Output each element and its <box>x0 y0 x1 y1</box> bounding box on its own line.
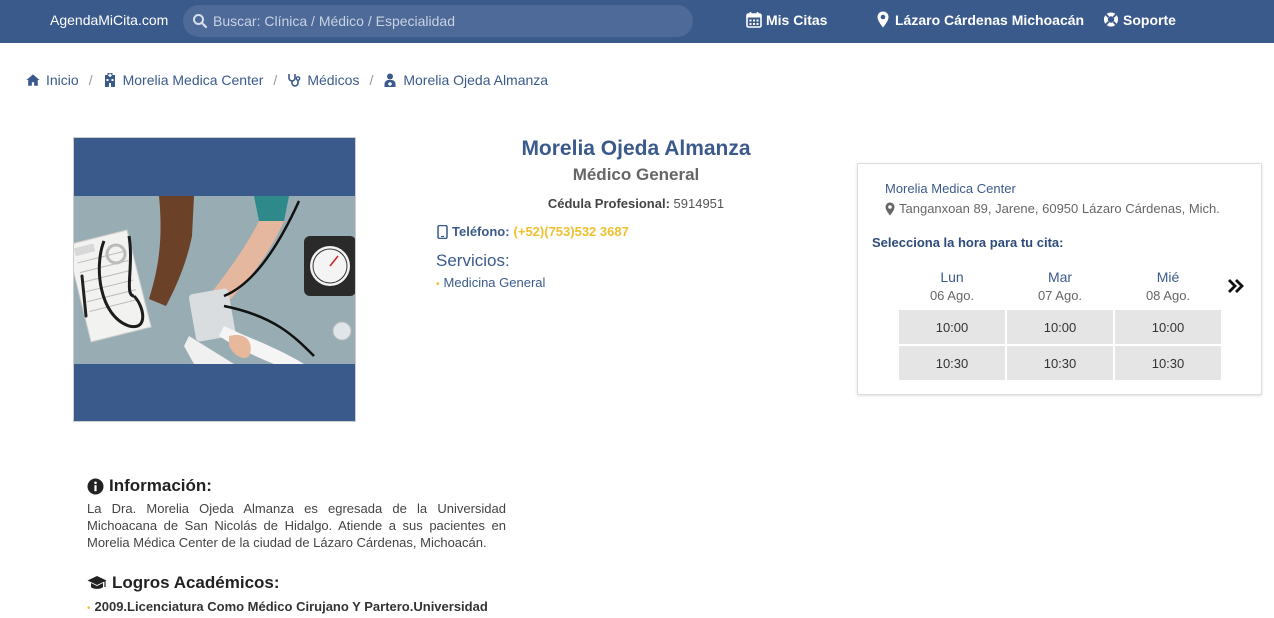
soporte-link[interactable]: Soporte <box>1103 11 1176 28</box>
breadcrumb: Inicio / Morelia Medica Center / Médicos… <box>26 72 548 88</box>
map-marker-icon <box>885 202 895 215</box>
mis-citas-link[interactable]: Mis Citas <box>746 11 827 28</box>
info-text: La Dra. Morelia Ojeda Almanza es egresad… <box>87 501 506 550</box>
graduation-cap-icon <box>87 576 107 589</box>
user-doctor-icon <box>384 73 396 87</box>
clinic-address: Tanganxoan 89, Jarene, 60950 Lázaro Cárd… <box>885 201 1220 216</box>
cedula-profesional: Cédula Profesional: 5914951 <box>440 196 832 211</box>
servicio-item[interactable]: Medicina General <box>436 275 546 290</box>
breadcrumb-separator: / <box>273 72 278 88</box>
time-slot[interactable]: 10:30 <box>1115 346 1221 380</box>
breadcrumb-label: Inicio <box>46 72 79 88</box>
map-marker-icon <box>877 11 889 28</box>
logros-title: Logros Académicos: <box>112 573 280 592</box>
day-column: Mar 07 Ago. <box>1007 269 1113 303</box>
breadcrumb-label: Médicos <box>307 72 360 88</box>
time-slot[interactable]: 10:30 <box>1007 346 1113 380</box>
next-days-icon[interactable] <box>1226 276 1246 296</box>
doctor-telefono: Teléfono: (+52)(753)532 3687 <box>437 224 629 239</box>
info-circle-icon <box>87 478 104 494</box>
day-column: Mié 08 Ago. <box>1115 269 1221 303</box>
day-name: Mar <box>1047 269 1073 285</box>
breadcrumb-medicos[interactable]: Médicos <box>287 72 359 88</box>
logros-list: 2009.Licenciatura Como Médico Cirujano Y… <box>87 599 488 614</box>
day-name: Mié <box>1156 269 1180 285</box>
calendar-icon <box>746 12 762 28</box>
hospital-icon <box>104 73 115 87</box>
day-date: 07 Ago. <box>1037 288 1083 303</box>
breadcrumb-doctor[interactable]: Morelia Ojeda Almanza <box>383 72 548 88</box>
logro-item: 2009.Licenciatura Como Médico Cirujano Y… <box>87 599 488 614</box>
time-slots-grid: 10:00 10:00 10:00 10:30 10:30 10:30 <box>899 310 1221 380</box>
servicios-list: Medicina General <box>436 275 546 290</box>
search-input[interactable] <box>213 11 673 31</box>
doctor-specialty: Médico General <box>572 165 700 184</box>
day-column: Lun 06 Ago. <box>899 269 1005 303</box>
breadcrumb-separator: / <box>369 72 374 88</box>
home-icon <box>26 74 40 86</box>
medical-checkup-image <box>74 196 355 364</box>
soporte-label: Soporte <box>1123 11 1176 28</box>
breadcrumb-label: Morelia Medica Center <box>122 72 264 88</box>
servicios-title: Servicios: <box>436 251 510 270</box>
time-slot[interactable]: 10:00 <box>1115 310 1221 344</box>
doctor-name: Morelia Ojeda Almanza <box>521 137 751 160</box>
location-label: Lázaro Cárdenas Michoacán <box>895 11 1085 28</box>
day-date: 06 Ago. <box>929 288 975 303</box>
breadcrumb-inicio[interactable]: Inicio <box>26 72 79 88</box>
day-date: 08 Ago. <box>1145 288 1191 303</box>
appointment-card: Morelia Medica Center Tanganxoan 89, Jar… <box>857 163 1262 395</box>
day-name: Lun <box>940 269 964 285</box>
life-ring-icon <box>1103 12 1119 27</box>
info-title: Información: <box>109 476 212 495</box>
brand-link[interactable]: AgendaMiCita.com <box>50 12 168 28</box>
time-slot[interactable]: 10:00 <box>1007 310 1113 344</box>
stethoscope-icon <box>288 74 301 87</box>
breadcrumb-separator: / <box>88 72 93 88</box>
select-time-prompt: Selecciona la hora para tu cita: <box>872 235 1064 250</box>
cedula-value: 5914951 <box>673 196 725 211</box>
mobile-phone-icon <box>437 224 448 239</box>
info-heading: Información: <box>87 476 212 496</box>
location-link[interactable]: Lázaro Cárdenas Michoacán <box>875 11 1084 28</box>
day-headers: Lun 06 Ago. Mar 07 Ago. Mié 08 Ago. <box>899 269 1221 303</box>
breadcrumb-label: Morelia Ojeda Almanza <box>403 72 549 88</box>
address-text: Tanganxoan 89, Jarene, 60950 Lázaro Cárd… <box>899 201 1220 216</box>
doctor-photo <box>73 137 356 422</box>
breadcrumb-clinic[interactable]: Morelia Medica Center <box>103 72 264 88</box>
search-bar[interactable] <box>183 5 693 37</box>
clinic-link[interactable]: Morelia Medica Center <box>885 181 1016 196</box>
search-icon <box>193 14 208 29</box>
time-slot[interactable]: 10:00 <box>899 310 1005 344</box>
cedula-label: Cédula Profesional: <box>547 196 670 211</box>
time-slot[interactable]: 10:30 <box>899 346 1005 380</box>
mis-citas-label: Mis Citas <box>766 11 828 28</box>
logros-heading: Logros Académicos: <box>87 573 280 593</box>
telefono-link[interactable]: (+52)(753)532 3687 <box>514 224 629 239</box>
telefono-label: Teléfono: <box>452 224 510 239</box>
top-navbar: AgendaMiCita.com Mis Citas Lázaro Cárden… <box>0 0 1274 43</box>
